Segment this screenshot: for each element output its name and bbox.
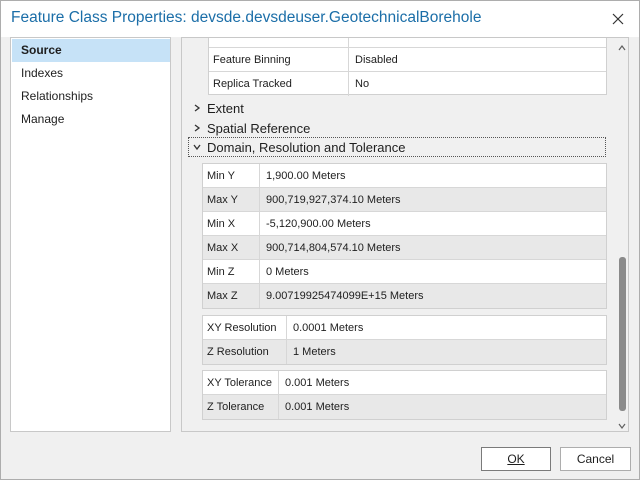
table-cell-key: Max Y [203,188,260,211]
table-row: Z Resolution 1 Meters [203,340,606,364]
sidebar-item-manage[interactable]: Manage [12,108,170,131]
table-cell-value: 900,714,804,574.10 Meters [266,242,401,254]
domain-section-header[interactable]: Domain, Resolution and Tolerance [188,137,606,157]
table-row [209,38,606,48]
cancel-button[interactable]: Cancel [560,447,631,471]
table-row: Feature Binning Disabled [209,48,606,72]
table-cell-value: 0.001 Meters [285,377,350,389]
table-row: Min Z 0 Meters [203,260,606,284]
table-cell-key: Z Resolution [203,340,287,364]
table-cell-value: -5,120,900.00 Meters [266,218,371,230]
chevron-down-icon [189,139,205,155]
table-row: XY Tolerance 0.001 Meters [203,371,606,395]
table-cell-key: Min X [203,212,260,235]
domain-section-label: Domain, Resolution and Tolerance [207,139,406,155]
table-cell-key: Min Z [203,260,260,283]
table-row: Z Tolerance 0.001 Meters [203,395,606,419]
table-cell-key: Feature Binning [209,48,349,71]
table-cell-key: XY Resolution [203,316,287,339]
table-cell-value: 0.0001 Meters [293,322,364,334]
ok-button[interactable]: OK [481,447,551,471]
cancel-button-label: Cancel [576,452,615,466]
domain-table: Min Y 1,900.00 Meters Max Y 900,719,927,… [202,163,607,309]
close-icon[interactable] [609,10,627,28]
table-cell-key: Replica Tracked [209,72,349,96]
table-cell-key: Min Y [203,164,260,187]
spatial-reference-section-header[interactable]: Spatial Reference [189,118,607,138]
title-bar: Feature Class Properties: devsde.devsdeu… [1,1,639,37]
sidebar-nav: Source Indexes Relationships Manage [10,37,171,432]
table-cell-key: Max Z [203,284,260,308]
table-cell-key: Z Tolerance [203,395,279,419]
window-title: Feature Class Properties: devsde.devsdeu… [11,9,482,26]
table-cell-value: Disabled [355,54,398,66]
spatial-reference-section-label: Spatial Reference [207,120,311,136]
vertical-scrollbar[interactable] [615,38,628,431]
table-row: Max Y 900,719,927,374.10 Meters [203,188,606,212]
table-row: XY Resolution 0.0001 Meters [203,316,606,340]
extent-section-header[interactable]: Extent [189,98,607,118]
resolution-table: XY Resolution 0.0001 Meters Z Resolution… [202,315,607,365]
table-row: Min Y 1,900.00 Meters [203,164,606,188]
chevron-right-icon [189,120,205,136]
sidebar-item-relationships[interactable]: Relationships [12,85,170,108]
table-cell-value: 9.00719925474099E+15 Meters [266,290,424,302]
table-cell-value: No [355,78,370,90]
table-cell-value: 0 Meters [266,266,309,278]
table-row: Max X 900,714,804,574.10 Meters [203,236,606,260]
ok-button-label: OK [507,452,525,466]
scroll-up-arrow-icon[interactable] [618,41,626,51]
table-cell-value: 900,719,927,374.10 Meters [266,194,401,206]
scrollbar-thumb[interactable] [619,257,626,411]
table-cell-value: 1,900.00 Meters [266,170,346,182]
tolerance-table: XY Tolerance 0.001 Meters Z Tolerance 0.… [202,370,607,420]
table-row: Replica Tracked No [209,72,606,96]
source-properties-table: Feature Binning Disabled Replica Tracked… [208,38,607,96]
table-cell-key: XY Tolerance [203,371,279,394]
sidebar-item-source[interactable]: Source [12,39,170,62]
properties-content-pane[interactable]: Feature Binning Disabled Replica Tracked… [181,37,629,432]
table-row: Max Z 9.00719925474099E+15 Meters [203,284,606,308]
table-cell-value: 0.001 Meters [285,401,350,413]
table-cell-key: Max X [203,236,260,259]
feature-class-properties-dialog: Feature Class Properties: devsde.devsdeu… [0,0,640,480]
table-cell-value: 1 Meters [293,346,336,358]
table-row: Min X -5,120,900.00 Meters [203,212,606,236]
extent-section-label: Extent [207,100,244,116]
sidebar-item-indexes[interactable]: Indexes [12,62,170,85]
chevron-right-icon [189,100,205,116]
scroll-down-arrow-icon[interactable] [618,419,626,429]
